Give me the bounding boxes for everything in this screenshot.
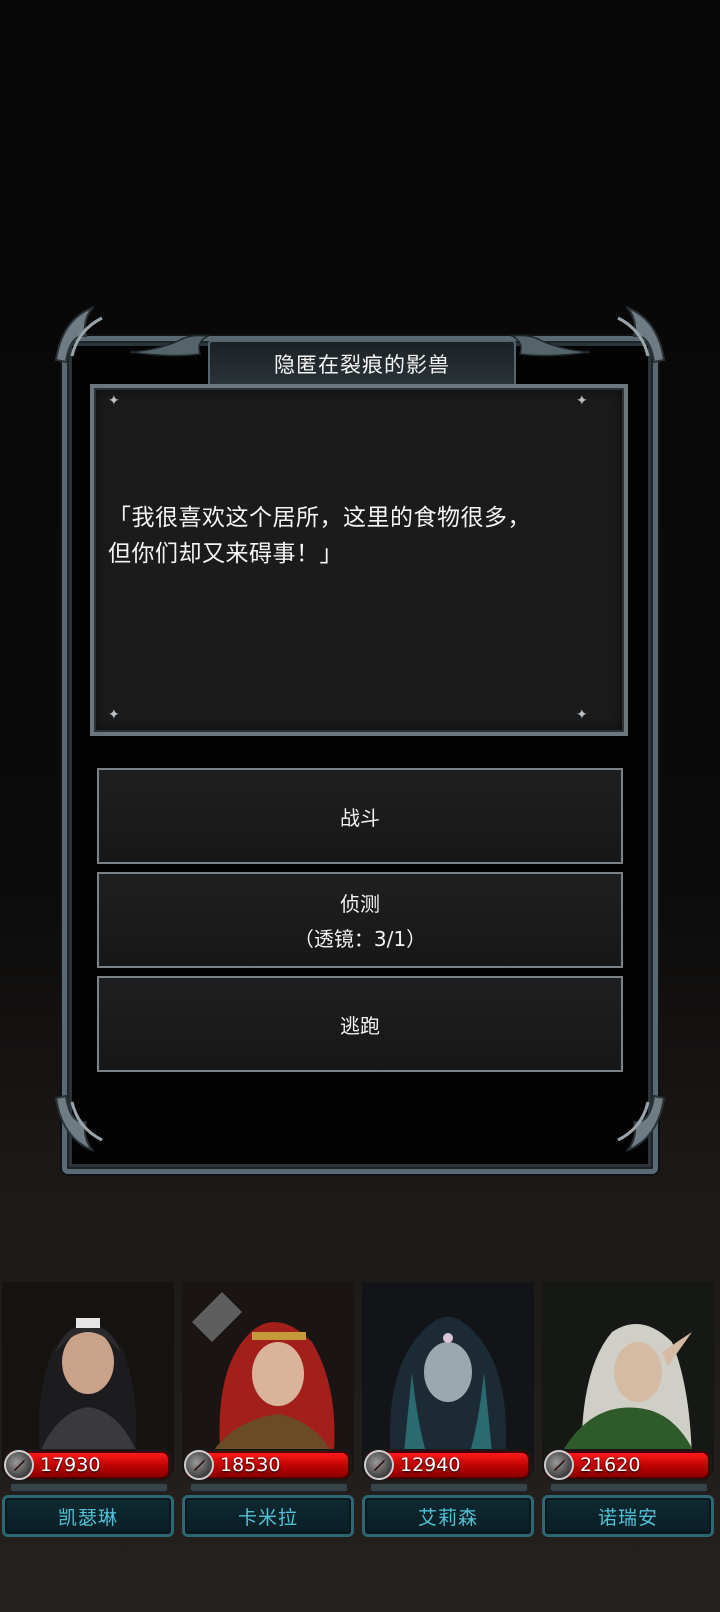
fight-button-label: 战斗 [340,805,380,830]
party-member-3-hp-bar: 12940 [364,1450,530,1480]
title-ornament-left [130,334,210,357]
sword-icon [364,1450,394,1480]
party-member-2-portrait[interactable] [182,1282,354,1472]
detect-button-label: 侦测 [340,892,380,916]
party-member-3-energy-bar [370,1483,528,1492]
sword-icon [4,1450,34,1480]
sword-icon [544,1450,574,1480]
ornament-bottom-left [52,1086,124,1158]
sparkle-icon: ✦ [576,707,588,723]
fight-button[interactable]: 战斗 [97,768,623,864]
party-member-4-energy-bar [550,1483,708,1492]
party-member-4-portrait[interactable] [542,1282,714,1472]
party-member-1-name[interactable]: 凯瑟琳 [2,1495,174,1537]
detect-button[interactable]: 侦测 （透镜：3/1） [97,872,623,968]
title-ornament-right [510,334,590,357]
party-member-3-portrait[interactable] [362,1282,534,1472]
dialog-title: 隐匿在裂痕的影兽 [208,340,516,388]
party-member-4-hp-bar: 21620 [544,1450,710,1480]
flee-button[interactable]: 逃跑 [97,976,623,1072]
party-member-4-name[interactable]: 诺瑞安 [542,1495,714,1537]
party-member-1-portrait[interactable] [2,1282,174,1472]
sword-icon [184,1450,214,1480]
ornament-top-right [596,300,668,372]
dialogue-line-1: 「我很喜欢这个居所，这里的食物很多， [108,505,531,531]
party-member-2-hp: 18530 [220,1454,281,1476]
party-member-2-hp-bar: 18530 [184,1450,350,1480]
party-member-3-hp: 12940 [400,1454,461,1476]
sparkle-icon: ✦ [576,393,588,409]
sparkle-icon: ✦ [108,707,120,723]
party-member-4-hp: 21620 [580,1454,641,1476]
party-member-3-name[interactable]: 艾莉森 [362,1495,534,1537]
party-member-2-name[interactable]: 卡米拉 [182,1495,354,1537]
party-member-1-hp-bar: 17930 [4,1450,170,1480]
ornament-bottom-right [596,1086,668,1158]
detect-cost-label: （透镜：3/1） [293,927,427,951]
dialogue-line-2: 但你们却又来碍事！」 [108,541,343,567]
ornament-top-left [52,300,124,372]
flee-button-label: 逃跑 [340,1013,380,1038]
npc-dialogue: 「我很喜欢这个居所，这里的食物很多， 但你们却又来碍事！」 [108,500,608,572]
party-member-1-energy-bar [10,1483,168,1492]
party-member-2-energy-bar [190,1483,348,1492]
sparkle-icon: ✦ [108,393,120,409]
party-member-1-hp: 17930 [40,1454,101,1476]
